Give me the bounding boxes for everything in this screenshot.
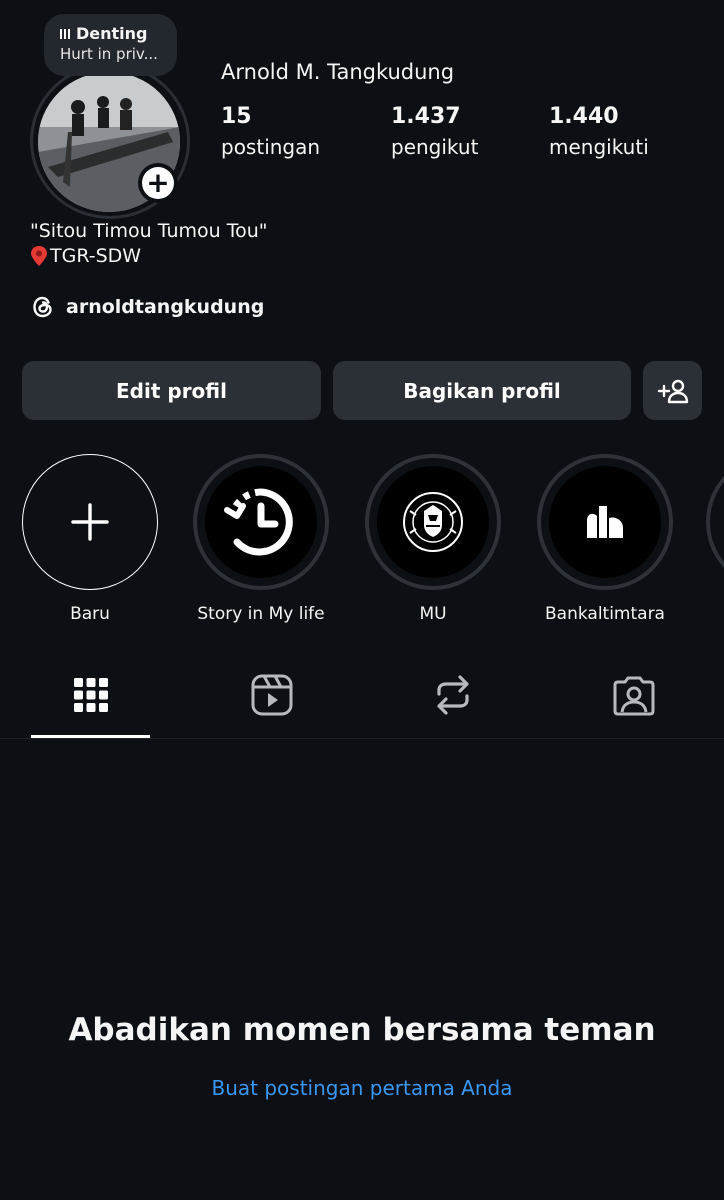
discover-people-button[interactable] xyxy=(643,361,702,420)
bio-location-text: TGR-SDW xyxy=(50,245,142,267)
tagged-person-icon xyxy=(613,676,654,716)
highlight-new-ring xyxy=(22,454,158,590)
tab-reposts[interactable] xyxy=(362,668,543,722)
highlight-partial[interactable] xyxy=(706,454,724,590)
note-text: Hurt in priv... xyxy=(60,45,158,63)
stat-followers[interactable]: 1.437 pengikut xyxy=(391,104,478,159)
highlight-label: Story in My life xyxy=(197,604,325,624)
highlight-label: MU xyxy=(419,604,447,624)
note-title: Denting xyxy=(76,24,148,43)
profile-name: Arnold M. Tangkudung xyxy=(221,60,455,84)
manchester-united-crest-icon xyxy=(403,492,463,552)
add-person-icon xyxy=(657,379,688,403)
highlight-bankaltimtara[interactable]: Bankaltimtara xyxy=(535,454,675,624)
highlight-new[interactable]: Baru xyxy=(20,454,160,624)
edit-profile-button[interactable]: Edit profil xyxy=(22,361,321,420)
highlight-ring xyxy=(537,454,673,590)
location-pin-icon xyxy=(31,246,47,266)
history-clock-icon xyxy=(224,488,293,556)
bio-location: TGR-SDW xyxy=(30,245,141,267)
tab-divider xyxy=(0,738,724,739)
music-bars-icon xyxy=(60,28,70,39)
threads-icon xyxy=(33,296,52,318)
stat-posts: 15 postingan xyxy=(221,104,320,159)
highlight-mu[interactable]: MU xyxy=(363,454,503,624)
plus-icon: + xyxy=(142,167,174,199)
stat-posts-label: postingan xyxy=(221,135,321,159)
tab-tagged[interactable] xyxy=(543,668,724,722)
create-first-post-link[interactable]: Buat postingan pertama Anda xyxy=(0,1076,724,1100)
plus-icon xyxy=(71,503,109,541)
note-bubble[interactable]: Denting Hurt in priv... xyxy=(44,14,177,76)
tab-posts-grid[interactable] xyxy=(0,668,181,722)
bankaltimtara-logo-icon xyxy=(587,506,623,538)
repost-icon xyxy=(436,675,469,715)
highlight-ring xyxy=(193,454,329,590)
tab-reels[interactable] xyxy=(181,668,362,722)
stat-following-label: mengikuti xyxy=(549,135,649,159)
reels-icon xyxy=(251,674,292,716)
threads-link[interactable]: arnoldtangkudung xyxy=(30,294,264,320)
empty-state-title: Abadikan momen bersama teman xyxy=(68,1012,656,1048)
highlight-label: Bankaltimtara xyxy=(545,604,665,624)
highlight-story-in-my-life[interactable]: Story in My life xyxy=(191,454,331,624)
stat-followers-value: 1.437 xyxy=(391,104,461,129)
stat-following[interactable]: 1.440 mengikuti xyxy=(549,104,649,159)
add-story-button[interactable]: + xyxy=(138,163,178,203)
threads-handle: arnoldtangkudung xyxy=(66,296,265,318)
stat-posts-value: 15 xyxy=(221,104,252,129)
bio-line: "Sitou Timou Tumou Tou" xyxy=(30,220,268,242)
grid-icon xyxy=(73,678,108,712)
highlight-label: Baru xyxy=(70,604,110,624)
stat-followers-label: pengikut xyxy=(391,135,479,159)
highlight-ring xyxy=(365,454,501,590)
stat-following-value: 1.440 xyxy=(549,104,619,129)
share-profile-button[interactable]: Bagikan profil xyxy=(333,361,631,420)
